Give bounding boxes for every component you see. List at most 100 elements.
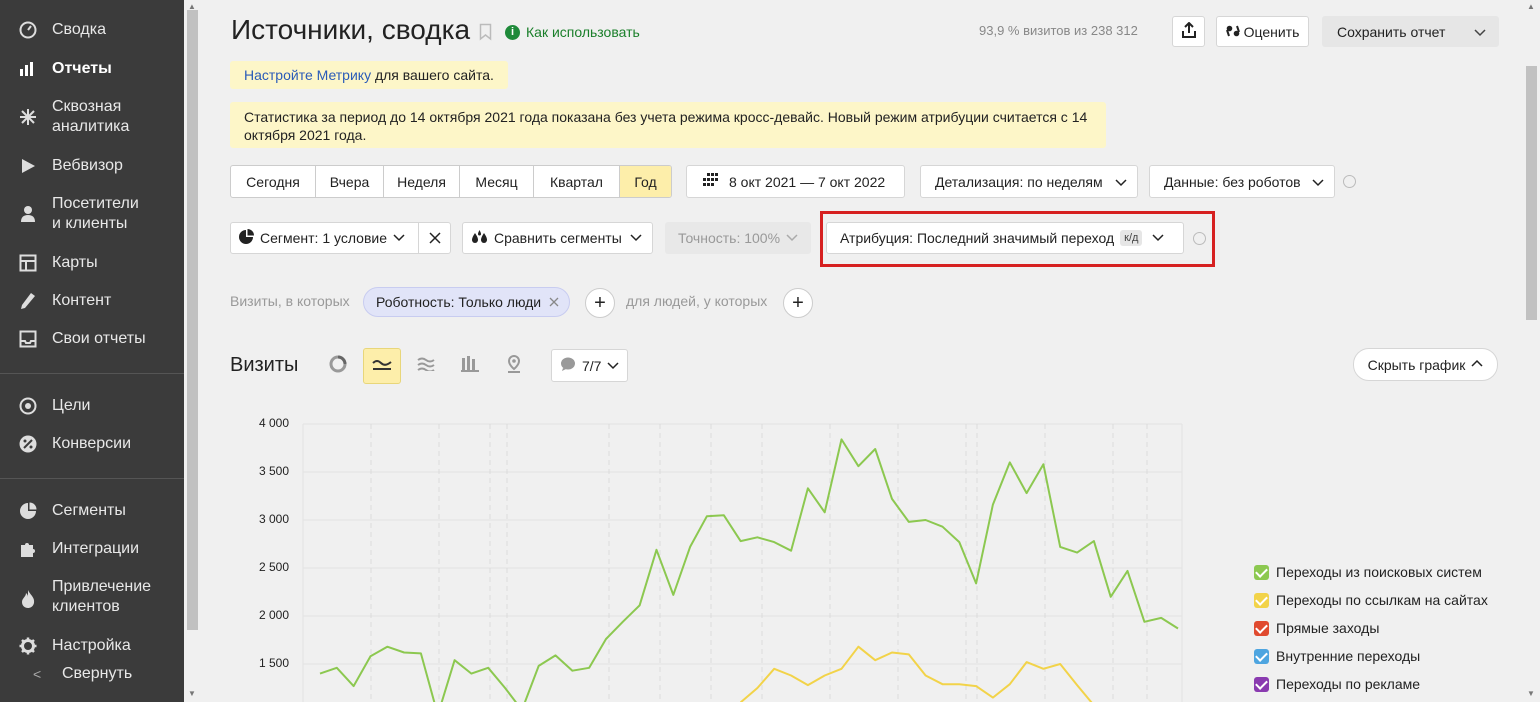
pie-icon <box>239 229 254 247</box>
plus-icon: + <box>792 291 804 314</box>
checkbox-icon[interactable] <box>1254 564 1269 580</box>
series-selector-dropdown[interactable]: 7/7 <box>551 349 628 382</box>
sidebar-item-custom-reports[interactable]: Свои отчеты <box>0 329 184 349</box>
sidebar-item-summary[interactable]: Сводка <box>0 20 184 40</box>
hide-chart-button[interactable]: Скрыть график <box>1353 348 1498 381</box>
data-filter-dropdown[interactable]: Данные: без роботов <box>1149 165 1335 198</box>
y-tick-label: 2 000 <box>258 608 289 622</box>
how-to-use-label: Как использовать <box>526 24 640 40</box>
series-count-label: 7/7 <box>582 357 602 374</box>
sidebar-item-label: Интеграции <box>52 540 140 557</box>
clear-segment-button[interactable] <box>418 223 450 253</box>
help-icon[interactable] <box>1343 175 1356 188</box>
checkbox-icon[interactable] <box>1254 676 1269 692</box>
map-chart-toggle[interactable] <box>495 348 533 384</box>
sidebar-item-label: Контент <box>52 292 112 309</box>
map-pin-icon <box>506 354 522 378</box>
period-week-button[interactable]: Неделя <box>384 166 460 197</box>
pie-chart-toggle[interactable] <box>319 348 357 384</box>
bar-chart-icon <box>18 59 38 79</box>
sidebar-item-label: Привлечение клиентов <box>52 578 152 615</box>
scroll-up-icon[interactable]: ▲ <box>1527 2 1535 11</box>
sidebar-item-maps[interactable]: Карты <box>0 253 184 273</box>
compare-segments-dropdown[interactable]: Сравнить сегменты <box>462 222 653 254</box>
checkbox-icon[interactable] <box>1254 592 1269 608</box>
sidebar-item-webvisor[interactable]: Вебвизор <box>0 156 184 176</box>
sidebar-collapse[interactable]: < Свернуть <box>0 664 184 684</box>
gear-icon <box>18 636 38 656</box>
sidebar-item-label: Посетители и клиенты <box>52 195 139 232</box>
detalization-dropdown[interactable]: Детализация: по неделям <box>920 165 1138 198</box>
upload-icon <box>1181 21 1196 41</box>
y-tick-label: 3 500 <box>258 464 289 478</box>
sidebar-item-crossanalytics[interactable]: Сквозная аналитика <box>0 97 184 137</box>
setup-notice: Настройте Метрику для вашего сайта. <box>230 61 508 89</box>
accuracy-label: Точность: 100% <box>678 230 781 246</box>
close-icon <box>428 232 441 244</box>
sidebar-item-label: Цели <box>52 397 91 414</box>
close-icon[interactable] <box>549 294 559 310</box>
scrollbar-thumb[interactable] <box>187 10 198 630</box>
speech-bubble-icon <box>560 357 576 375</box>
sidebar-item-visitors[interactable]: Посетители и клиенты <box>0 194 184 234</box>
rate-button[interactable]: Оценить <box>1216 16 1309 47</box>
sidebar-item-settings[interactable]: Настройка <box>0 636 184 656</box>
sidebar-item-label: Сквозная аналитика <box>52 98 130 135</box>
scrollbar-thumb[interactable] <box>1526 66 1537 320</box>
sidebar-item-content[interactable]: Контент <box>0 291 184 311</box>
sidebar-item-segments[interactable]: Сегменты <box>0 501 184 521</box>
period-today-button[interactable]: Сегодня <box>231 166 316 197</box>
y-tick-label: 4 000 <box>258 416 289 430</box>
bookmark-icon[interactable] <box>479 23 492 46</box>
how-to-use-link[interactable]: i Как использовать <box>505 24 640 40</box>
data-filter-label: Данные: без роботов <box>1164 173 1301 190</box>
sidebar-item-label: Настройка <box>52 637 131 654</box>
percent-icon <box>18 434 38 454</box>
sidebar-item-integrations[interactable]: Интеграции <box>0 539 184 559</box>
robot-filter-chip[interactable]: Роботность: Только люди <box>363 287 571 317</box>
period-month-button[interactable]: Месяц <box>460 166 534 197</box>
add-visit-condition-button[interactable]: + <box>585 288 615 318</box>
sidebar-item-goals[interactable]: Цели <box>0 396 184 416</box>
puzzle-icon <box>18 539 38 559</box>
add-people-condition-button[interactable]: + <box>783 288 813 318</box>
legend-label: Внутренние переходы <box>1276 648 1421 664</box>
pencil-icon <box>18 291 38 311</box>
sidebar-item-conversions[interactable]: Конверсии <box>0 434 184 454</box>
sidebar-scrollbar[interactable]: ▲ ▼ <box>184 0 201 702</box>
main-scrollbar[interactable]: ▲ ▼ <box>1523 0 1540 702</box>
checkbox-icon[interactable] <box>1254 620 1269 636</box>
accuracy-dropdown[interactable]: Точность: 100% <box>665 222 811 254</box>
checkbox-icon[interactable] <box>1254 648 1269 664</box>
segment-label: Сегмент: 1 условие <box>260 230 388 246</box>
save-report-button[interactable]: Сохранить отчет <box>1322 16 1499 47</box>
date-range-button[interactable]: 8 окт 2021 — 7 окт 2022 <box>686 165 905 198</box>
legend-item[interactable]: Переходы из поисковых систем <box>1254 564 1482 580</box>
stacked-area-icon <box>417 357 435 376</box>
legend-item[interactable]: Прямые заходы <box>1254 620 1379 636</box>
detalization-label: Детализация: по неделям <box>935 173 1103 190</box>
legend-item[interactable]: Переходы по рекламе <box>1254 676 1420 692</box>
sidebar-item-reports[interactable]: Отчеты <box>0 59 184 79</box>
period-year-button[interactable]: Год <box>620 166 671 197</box>
export-button[interactable] <box>1172 16 1205 47</box>
scroll-down-icon[interactable]: ▼ <box>188 689 196 698</box>
legend-item[interactable]: Внутренние переходы <box>1254 648 1420 664</box>
sidebar-item-label: Конверсии <box>52 435 132 452</box>
chevron-down-icon <box>630 230 642 246</box>
period-quarter-button[interactable]: Квартал <box>534 166 620 197</box>
sidebar-item-acquisition[interactable]: Привлечение клиентов <box>0 577 184 617</box>
person-icon <box>18 204 38 224</box>
area-chart-toggle[interactable] <box>407 348 445 384</box>
line-chart-toggle[interactable] <box>363 348 401 384</box>
scroll-down-icon[interactable]: ▼ <box>1527 689 1535 698</box>
setup-metrika-link[interactable]: Настройте Метрику <box>244 67 371 83</box>
segment-dropdown[interactable]: Сегмент: 1 условие <box>230 222 451 254</box>
legend-item[interactable]: Переходы по ссылкам на сайтах <box>1254 592 1488 608</box>
period-yesterday-button[interactable]: Вчера <box>316 166 384 197</box>
snowflake-icon <box>18 107 38 127</box>
collapse-label: Свернуть <box>62 665 133 682</box>
pie-chart-icon <box>329 355 347 378</box>
bar-chart-toggle[interactable] <box>451 348 489 384</box>
chevron-down-icon <box>607 358 619 374</box>
